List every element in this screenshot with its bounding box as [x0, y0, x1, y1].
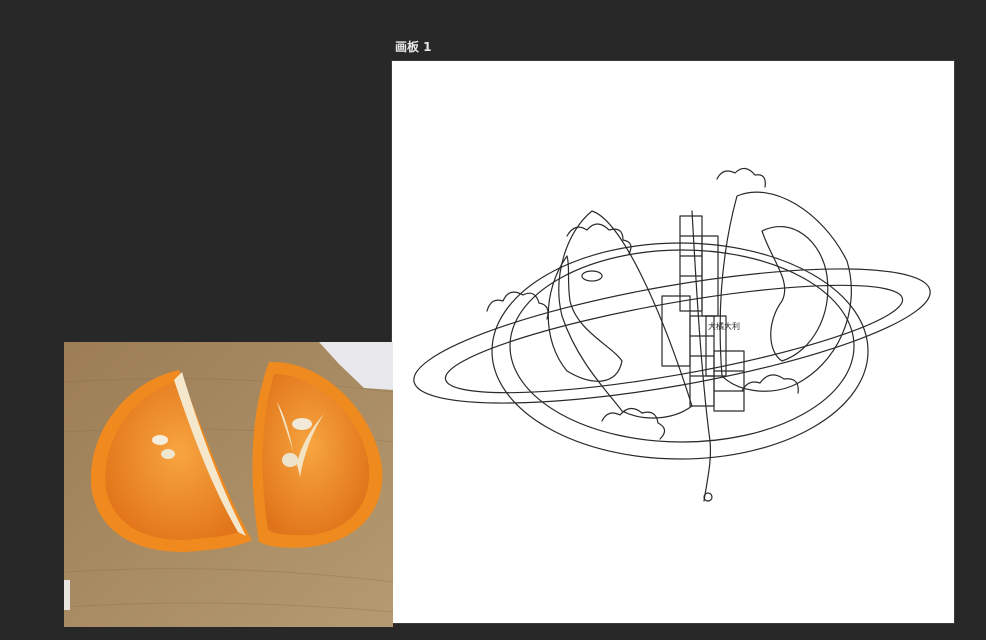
artboard[interactable]: 大橘大利 [392, 61, 954, 623]
cloud-cluster-bottom [601, 407, 666, 440]
reference-photo[interactable] [64, 342, 393, 627]
illustration-sign-text: 大橘大利 [708, 321, 740, 331]
right-wedge-core [761, 226, 829, 362]
right-seed-photo-2 [282, 453, 298, 467]
planet-inner-shell [509, 249, 855, 443]
left-seed-photo-2 [161, 449, 175, 459]
planet-ring-outer [413, 268, 931, 404]
left-seed [581, 270, 603, 282]
orange-planet-illustration: 大橘大利 [413, 167, 931, 502]
orange-photo [64, 342, 393, 627]
tower-2 [701, 235, 719, 317]
artboard-title[interactable]: 画板 1 [395, 38, 432, 55]
object-edge-left [64, 580, 70, 610]
cloud-cluster-peak [716, 167, 766, 188]
tower-1 [679, 215, 703, 312]
right-seed-photo [292, 418, 312, 430]
left-seed-photo [152, 435, 168, 445]
right-wedge [719, 191, 852, 392]
planet-ring-inner [444, 284, 904, 394]
design-canvas[interactable]: { "artboard": { "label": "画板 1", "illust… [0, 0, 986, 640]
